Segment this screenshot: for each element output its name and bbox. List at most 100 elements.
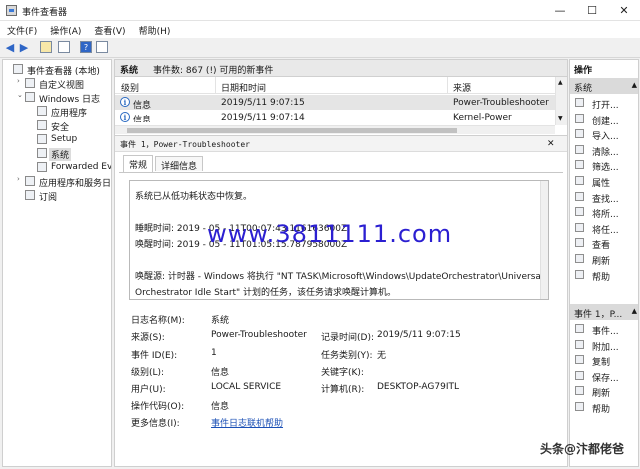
- navigation-tree: 事件查看器 (本地) › 自定义视图 ⌄ Windows 日志 应用程序 安全 Setup 系统…: [2, 59, 112, 467]
- folder-up-icon[interactable]: [40, 41, 52, 53]
- menu-help[interactable]: 帮助(H): [132, 21, 177, 38]
- user-value: LOCAL SERVICE: [211, 382, 282, 392]
- actions-section-event[interactable]: 事件 1，P... ▲: [570, 304, 638, 320]
- info-icon: i: [120, 112, 130, 122]
- tree-item-label: 事件查看器 (本地): [27, 67, 100, 77]
- action-icon: [575, 402, 584, 411]
- collapse-arrow-icon[interactable]: ▲: [632, 81, 637, 89]
- tree-folder-icon: [25, 176, 35, 186]
- info-icon: i: [120, 97, 130, 107]
- event-detail-title: 事件 1，Power-Troubleshooter: [120, 140, 250, 149]
- action-icon: [575, 355, 584, 365]
- action-icon: [575, 238, 584, 248]
- log-name-value: 系统: [211, 316, 230, 326]
- actions-pane: 操作 系统 ▲ 打开... 创建... 导入... 清除... 筛选... 属性 查找... 将所.…: [569, 59, 639, 467]
- action-pane-icon[interactable]: [96, 41, 108, 53]
- table-row[interactable]: i 信息 2019/5/11 9:07:15 Power-Troubleshoo…: [115, 95, 555, 111]
- expand-chevron-icon[interactable]: ›: [17, 77, 20, 85]
- action-item[interactable]: 将任...: [570, 221, 638, 236]
- menu-view[interactable]: 查看(V): [87, 21, 131, 38]
- action-icon: [575, 386, 584, 396]
- action-item[interactable]: 事件...: [570, 322, 638, 337]
- event-list-header: 系统 事件数: 867 (!) 可用的新事件: [115, 60, 567, 77]
- tree-item-label: 安全: [51, 123, 70, 133]
- column-source[interactable]: 来源: [453, 81, 471, 94]
- close-icon[interactable]: ✕: [547, 139, 555, 149]
- collapse-arrow-icon[interactable]: ▲: [632, 307, 637, 315]
- tab-general[interactable]: 常规: [123, 155, 154, 172]
- log-title: 系统: [120, 66, 139, 76]
- action-item[interactable]: 帮助: [570, 400, 638, 415]
- expand-chevron-icon[interactable]: ⌄: [17, 91, 23, 99]
- column-datetime[interactable]: 日期和时间: [221, 81, 266, 94]
- menu-file[interactable]: 文件(F): [0, 21, 43, 38]
- close-button[interactable]: ✕: [608, 0, 640, 21]
- action-item[interactable]: 帮助: [570, 268, 638, 283]
- tree-item-label: Windows 日志: [39, 95, 101, 105]
- menu-action[interactable]: 操作(A): [43, 21, 87, 38]
- scroll-up-icon[interactable]: ▲: [558, 79, 563, 86]
- tree-item-label: 应用程序: [51, 109, 88, 119]
- actions-section-system[interactable]: 系统 ▲: [570, 78, 638, 94]
- logged-value: 2019/5/11 9:07:15: [377, 330, 461, 340]
- center-pane: 系统 事件数: 867 (!) 可用的新事件 级别 日期和时间 来源 i 信息 …: [114, 59, 568, 467]
- tree-folder-icon: [37, 148, 47, 158]
- task-category-value: 无: [377, 351, 387, 361]
- column-header: 级别 日期和时间 来源: [115, 77, 555, 94]
- back-arrow-icon[interactable]: ◀: [4, 41, 16, 54]
- watermark-text: www.3811111.com: [207, 220, 453, 248]
- action-item[interactable]: 查找...: [570, 190, 638, 205]
- tree-item-label: 自定义视图: [39, 81, 85, 91]
- table-row[interactable]: i 信息 2019/5/11 9:07:14 Kernel-Power: [115, 110, 555, 122]
- list-vertical-scrollbar[interactable]: ▲ ▼: [555, 77, 567, 125]
- help-icon[interactable]: ?: [80, 41, 92, 53]
- action-item[interactable]: 刷新: [570, 252, 638, 267]
- action-icon: [575, 222, 584, 232]
- action-item[interactable]: 导入...: [570, 127, 638, 142]
- tree-folder-icon: [25, 92, 35, 102]
- minimize-button[interactable]: —: [544, 0, 576, 21]
- action-item[interactable]: 复制: [570, 353, 638, 368]
- tree-folder-icon: [25, 78, 35, 88]
- window-title: 事件查看器: [22, 8, 68, 18]
- tree-folder-icon: [13, 64, 23, 74]
- action-icon: [575, 207, 584, 217]
- tree-folder-icon: [37, 162, 47, 172]
- action-icon: [575, 176, 584, 185]
- event-detail-header: 事件 1，Power-Troubleshooter ✕: [115, 135, 567, 152]
- action-item[interactable]: 创建...: [570, 112, 638, 127]
- action-item[interactable]: 筛选...: [570, 158, 638, 173]
- action-item[interactable]: 属性: [570, 174, 638, 189]
- description-scrollbar[interactable]: [540, 181, 548, 299]
- list-horizontal-scrollbar[interactable]: [115, 125, 555, 134]
- action-item[interactable]: 保存...: [570, 369, 638, 384]
- toolbar: ◀ ▶ ?: [0, 38, 640, 58]
- tree-folder-icon: [37, 106, 47, 116]
- maximize-button[interactable]: ☐: [576, 0, 608, 21]
- tree-item-label: 订阅: [39, 193, 58, 203]
- action-item[interactable]: 打开...: [570, 96, 638, 111]
- column-level[interactable]: 级别: [121, 81, 139, 94]
- event-viewer-icon: [6, 5, 17, 16]
- scroll-thumb[interactable]: [127, 128, 457, 133]
- console-tree-icon[interactable]: [58, 41, 70, 53]
- tree-folder-icon: [37, 134, 47, 144]
- action-item[interactable]: 刷新: [570, 384, 638, 399]
- scroll-down-icon[interactable]: ▼: [558, 115, 563, 122]
- tree-folder-icon: [37, 120, 47, 130]
- tree-item-label: Setup: [51, 134, 78, 144]
- tab-details[interactable]: 详细信息: [155, 156, 204, 172]
- expand-chevron-icon[interactable]: ›: [17, 175, 20, 183]
- action-icon: [575, 370, 584, 380]
- action-item[interactable]: 查看: [570, 236, 638, 251]
- online-help-link[interactable]: 事件日志联机帮助: [211, 416, 283, 429]
- tree-item-label: Forwarded Even: [51, 162, 112, 172]
- forward-arrow-icon[interactable]: ▶: [18, 41, 30, 54]
- action-icon: [575, 191, 584, 201]
- source-value: Power-Troubleshooter: [211, 330, 307, 340]
- action-item[interactable]: 附加...: [570, 338, 638, 353]
- action-item[interactable]: 将所...: [570, 205, 638, 220]
- title-bar: 事件查看器 — ☐ ✕: [0, 0, 640, 21]
- action-item[interactable]: 清除...: [570, 143, 638, 158]
- action-icon: [575, 254, 584, 263]
